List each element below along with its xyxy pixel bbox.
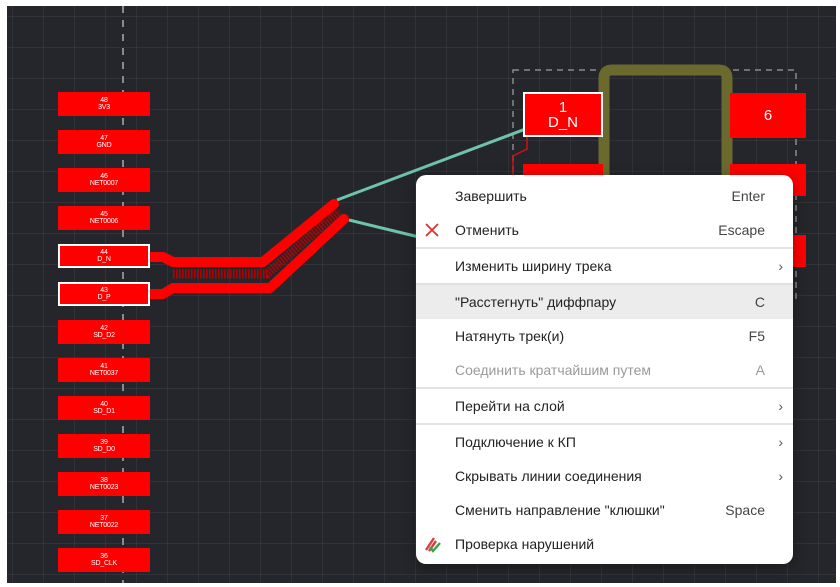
component-pad-6[interactable]: 6 (730, 93, 806, 138)
diff-track-p (145, 214, 349, 299)
menu-item-3[interactable]: Изменить ширину трека › (416, 249, 793, 283)
chevron-right-icon: › (778, 434, 783, 450)
pin-number: 41 (100, 363, 108, 370)
pin-number: 40 (100, 401, 108, 408)
chevron-right-icon: › (778, 258, 783, 274)
pin-pad-45[interactable]: 45 NET0006 (58, 206, 150, 230)
pin-net-name: SD_D1 (93, 408, 115, 415)
menu-item-label: Сменить направление "клюшки" (455, 502, 665, 518)
menu-item-label: Проверка нарушений (455, 536, 595, 552)
menu-item-label: Натянуть трек(и) (455, 328, 565, 344)
pin-pad-43[interactable]: 43 D_P (58, 282, 150, 306)
menu-item-label: Подключение к КП (455, 434, 576, 450)
pad-number: 6 (763, 107, 773, 124)
ratsnest-line (348, 218, 424, 240)
pin-net-name: NET0023 (89, 484, 119, 491)
menu-item-label: Соединить кратчайшим путем (455, 362, 652, 378)
pin-net-name: SD_D0 (93, 446, 115, 453)
pin-pad-40[interactable]: 40 SD_D1 (58, 396, 150, 420)
pad-number: 1 (558, 98, 568, 116)
pin-number: 43 (100, 287, 108, 294)
pin-net-name: NET0022 (89, 522, 119, 529)
pin-number: 46 (100, 173, 108, 180)
pin-pad-41[interactable]: 41 NET0037 (58, 358, 150, 382)
menu-item-shortcut: C (754, 294, 765, 310)
pin-net-name: D_P (97, 294, 111, 301)
pin-number: 42 (100, 325, 108, 332)
context-menu: Завершить Enter Отменить Escape Изменить шир… (416, 175, 793, 564)
menu-item-shortcut: Escape (718, 222, 765, 238)
menu-item-7[interactable]: Перейти на слой › (416, 389, 793, 423)
pin-net-name: NET0037 (89, 370, 119, 377)
pin-pad-48[interactable]: 48 3V3 (58, 92, 150, 116)
chevron-right-icon: › (778, 398, 783, 414)
menu-item-1[interactable]: Завершить Enter (416, 179, 793, 213)
menu-item-shortcut: Enter (731, 188, 765, 204)
drc-check-icon (425, 537, 441, 553)
menu-item-4[interactable]: "Расстегнуть" диффпару C (416, 285, 793, 319)
close-x-icon (425, 223, 439, 237)
pad-net-name: D_N (547, 113, 578, 131)
menu-item-label: Завершить (455, 188, 527, 204)
pin-number: 48 (100, 97, 108, 104)
menu-item-label: Скрывать линии соединения (455, 468, 642, 484)
pin-pad-44[interactable]: 44 D_N (58, 244, 150, 268)
menu-item-2[interactable]: Отменить Escape (416, 213, 793, 247)
chevron-right-icon: › (778, 468, 783, 484)
menu-item-9[interactable]: Скрывать линии соединения › (416, 459, 793, 493)
menu-item-6[interactable]: Соединить кратчайшим путем A (416, 353, 793, 387)
menu-item-10[interactable]: Сменить направление "клюшки" Space (416, 493, 793, 527)
menu-item-8[interactable]: Подключение к КП › (416, 425, 793, 459)
pin-net-name: GND (96, 142, 112, 149)
pin-pad-38[interactable]: 38 NET0023 (58, 472, 150, 496)
pin-number: 38 (100, 477, 108, 484)
menu-item-shortcut: A (755, 362, 765, 378)
menu-item-label: Перейти на слой (455, 398, 565, 414)
menu-item-label: Отменить (455, 222, 519, 238)
pin-net-name: 3V3 (98, 104, 110, 111)
pin-pad-36[interactable]: 36 SD_CLK (58, 548, 150, 572)
menu-item-label: Изменить ширину трека (455, 258, 612, 274)
pin-net-name: D_N (97, 256, 111, 263)
menu-item-label: "Расстегнуть" диффпару (455, 294, 617, 310)
menu-item-11[interactable]: Проверка нарушений (416, 527, 793, 561)
pin-pad-39[interactable]: 39 SD_D0 (58, 434, 150, 458)
pin-pad-42[interactable]: 42 SD_D2 (58, 320, 150, 344)
pin-number: 37 (100, 515, 108, 522)
component-pad-1[interactable]: 1 D_N (523, 92, 603, 137)
pin-pad-46[interactable]: 46 NET0007 (58, 168, 150, 192)
pin-net-name: SD_CLK (90, 560, 118, 567)
pin-number: 45 (100, 211, 108, 218)
menu-item-shortcut: Space (725, 502, 765, 518)
menu-item-shortcut: F5 (748, 328, 765, 344)
pin-net-name: NET0006 (89, 218, 119, 225)
pin-number: 39 (100, 439, 108, 446)
pin-number: 47 (100, 135, 108, 142)
pin-net-name: SD_D2 (93, 332, 115, 339)
pin-number: 36 (100, 553, 108, 560)
pin-pad-47[interactable]: 47 GND (58, 130, 150, 154)
menu-item-5[interactable]: Натянуть трек(и) F5 (416, 319, 793, 353)
pin-net-name: NET0007 (89, 180, 119, 187)
pin-number: 44 (100, 249, 108, 256)
pin-pad-37[interactable]: 37 NET0022 (58, 510, 150, 534)
